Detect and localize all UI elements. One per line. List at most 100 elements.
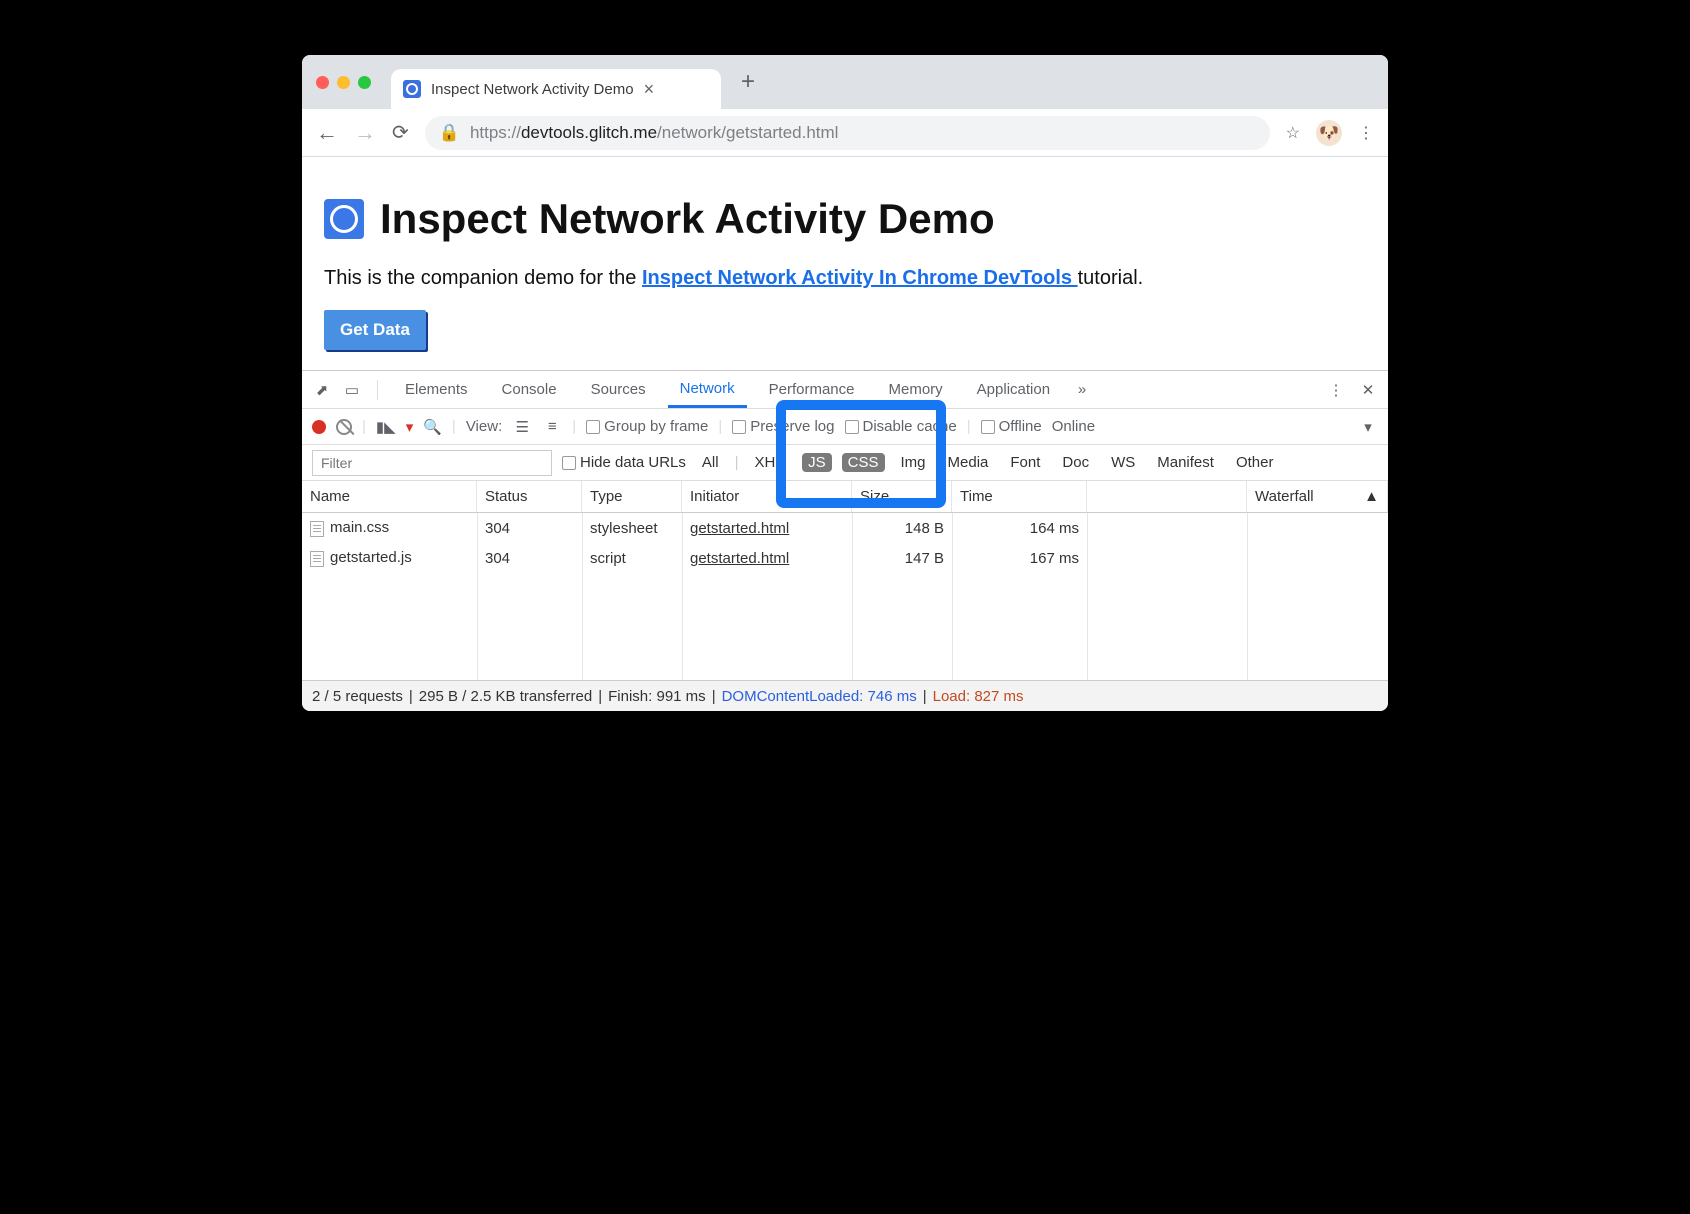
cell-status: 304 <box>477 550 582 567</box>
cell-time: 164 ms <box>952 520 1087 537</box>
tab-console[interactable]: Console <box>490 371 569 408</box>
filter-all[interactable]: All <box>696 453 725 472</box>
devtools-tabs: ⬈ ▭ Elements Console Sources Network Per… <box>302 371 1388 409</box>
search-icon[interactable]: 🔍 <box>423 418 442 436</box>
tutorial-link[interactable]: Inspect Network Activity In Chrome DevTo… <box>642 267 1078 289</box>
status-domcontentloaded: DOMContentLoaded: 746 ms <box>722 688 917 705</box>
waterfall-icon[interactable]: ≡ <box>542 418 562 435</box>
glitch-icon <box>324 199 364 239</box>
tab-title: Inspect Network Activity Demo <box>431 81 634 98</box>
filter-ws[interactable]: WS <box>1105 453 1141 472</box>
close-tab-button[interactable]: × <box>644 79 655 100</box>
tab-sources[interactable]: Sources <box>579 371 658 408</box>
filter-doc[interactable]: Doc <box>1056 453 1095 472</box>
tab-network[interactable]: Network <box>668 371 747 408</box>
bookmark-button[interactable]: ☆ <box>1286 123 1300 143</box>
inspect-element-icon[interactable]: ⬈ <box>312 381 332 399</box>
devtools-close-icon[interactable]: ✕ <box>1358 381 1378 399</box>
browser-tab[interactable]: Inspect Network Activity Demo × <box>391 69 721 109</box>
table-row[interactable]: main.css 304 stylesheet getstarted.html … <box>302 513 1388 543</box>
more-tabs-icon[interactable]: » <box>1072 381 1092 398</box>
profile-avatar[interactable]: 🐶 <box>1316 120 1342 146</box>
back-button[interactable]: ← <box>316 120 338 146</box>
offline-checkbox[interactable]: Offline <box>981 418 1042 435</box>
screenshots-icon[interactable]: ▮◣ <box>376 418 396 436</box>
new-tab-button[interactable]: + <box>741 68 755 96</box>
url-path: /network/getstarted.html <box>657 123 838 142</box>
filter-xhr[interactable]: XHR <box>748 453 792 472</box>
filter-font[interactable]: Font <box>1004 453 1046 472</box>
cell-initiator[interactable]: getstarted.html <box>690 550 789 567</box>
cell-type: script <box>582 550 682 567</box>
network-table-header: Name Status Type Initiator Size Time Wat… <box>302 481 1388 513</box>
cell-waterfall <box>1247 543 1388 573</box>
minimize-window-button[interactable] <box>337 76 350 89</box>
status-requests: 2 / 5 requests <box>312 688 403 705</box>
col-time[interactable]: Time <box>952 481 1087 512</box>
cell-size: 147 B <box>852 550 952 567</box>
cell-initiator[interactable]: getstarted.html <box>690 520 789 537</box>
omnibox[interactable]: 🔒 https://devtools.glitch.me/network/get… <box>425 116 1270 150</box>
intro-after: tutorial. <box>1078 267 1144 289</box>
view-label: View: <box>466 418 502 435</box>
filter-js[interactable]: JS <box>802 453 832 472</box>
filter-toggle-icon[interactable]: ▾ <box>406 418 414 436</box>
tab-strip: Inspect Network Activity Demo × + <box>302 55 1388 109</box>
file-icon <box>310 521 324 537</box>
cell-type: stylesheet <box>582 520 682 537</box>
network-toolbar: | ▮◣ ▾ 🔍 | View: ☰ ≡ | Group by frame | … <box>302 409 1388 445</box>
cell-time: 167 ms <box>952 550 1087 567</box>
lock-icon: 🔒 <box>439 123 460 143</box>
col-size[interactable]: Size <box>852 481 952 512</box>
devtools-menu-icon[interactable]: ⋮ <box>1326 381 1346 399</box>
cell-size: 148 B <box>852 520 952 537</box>
col-waterfall[interactable]: Waterfall▲ <box>1247 481 1388 512</box>
page-content: Inspect Network Activity Demo This is th… <box>302 157 1388 370</box>
filter-manifest[interactable]: Manifest <box>1151 453 1220 472</box>
col-type[interactable]: Type <box>582 481 682 512</box>
filter-media[interactable]: Media <box>942 453 995 472</box>
zoom-window-button[interactable] <box>358 76 371 89</box>
clear-button[interactable] <box>336 419 352 435</box>
filter-css[interactable]: CSS <box>842 453 885 472</box>
tab-elements[interactable]: Elements <box>393 371 480 408</box>
disable-cache-checkbox[interactable]: Disable cache <box>845 418 957 435</box>
status-transferred: 295 B / 2.5 KB transferred <box>419 688 592 705</box>
large-rows-icon[interactable]: ☰ <box>512 418 532 436</box>
preserve-log-checkbox[interactable]: Preserve log <box>732 418 834 435</box>
cell-name: getstarted.js <box>330 549 412 566</box>
favicon-icon <box>403 80 421 98</box>
hide-data-urls-checkbox[interactable]: Hide data URLs <box>562 454 686 471</box>
filter-input[interactable] <box>312 450 552 476</box>
file-icon <box>310 551 324 567</box>
col-name[interactable]: Name <box>302 481 477 512</box>
tab-application[interactable]: Application <box>965 371 1062 408</box>
tab-performance[interactable]: Performance <box>757 371 867 408</box>
browser-window: Inspect Network Activity Demo × + ← → ⟳ … <box>302 55 1388 711</box>
filter-other[interactable]: Other <box>1230 453 1280 472</box>
col-status[interactable]: Status <box>477 481 582 512</box>
network-status-bar: 2 / 5 requests | 295 B / 2.5 KB transfer… <box>302 681 1388 711</box>
tab-memory[interactable]: Memory <box>877 371 955 408</box>
url-scheme: https:// <box>470 123 521 142</box>
col-initiator[interactable]: Initiator <box>682 481 852 512</box>
intro-before: This is the companion demo for the <box>324 267 642 289</box>
record-button[interactable] <box>312 420 326 434</box>
filter-img[interactable]: Img <box>895 453 932 472</box>
page-intro: This is the companion demo for the Inspe… <box>324 267 1366 290</box>
reload-button[interactable]: ⟳ <box>392 120 409 145</box>
table-row[interactable]: getstarted.js 304 script getstarted.html… <box>302 543 1388 573</box>
network-filter-bar: Hide data URLs All | XHR JS CSS Img Medi… <box>302 445 1388 481</box>
cell-waterfall <box>1247 513 1388 543</box>
cell-status: 304 <box>477 520 582 537</box>
get-data-button[interactable]: Get Data <box>324 310 426 350</box>
toolbar-expand-icon[interactable]: ▾ <box>1358 418 1378 436</box>
device-toggle-icon[interactable]: ▭ <box>342 381 362 399</box>
group-by-frame-checkbox[interactable]: Group by frame <box>586 418 708 435</box>
forward-button[interactable]: → <box>354 120 376 146</box>
online-select[interactable]: Online <box>1052 418 1095 435</box>
status-load: Load: 827 ms <box>933 688 1024 705</box>
cell-name: main.css <box>330 519 389 536</box>
close-window-button[interactable] <box>316 76 329 89</box>
browser-menu-button[interactable]: ⋮ <box>1358 123 1374 143</box>
